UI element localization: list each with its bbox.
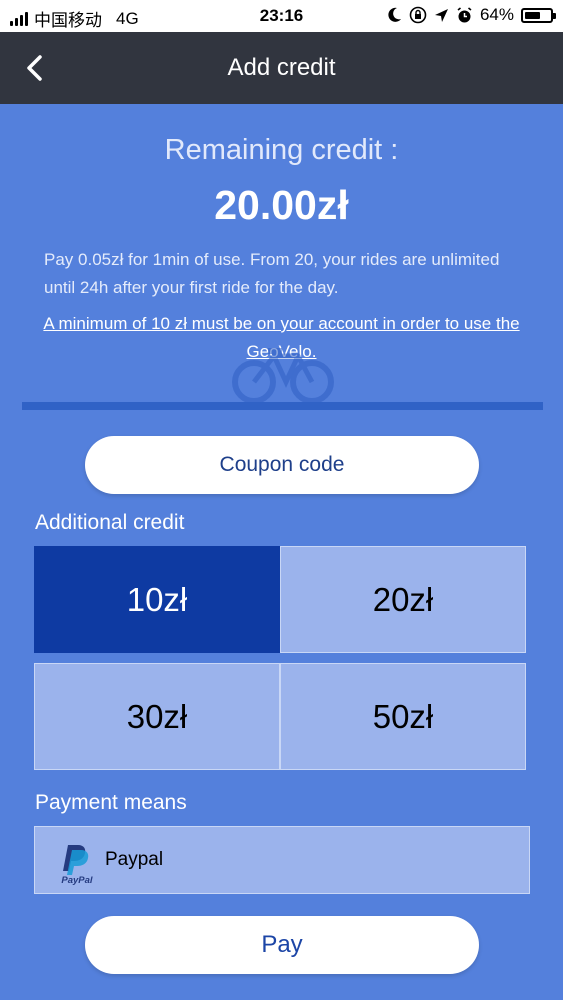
battery-icon [521, 7, 556, 23]
remaining-credit-label: Remaining credit : [164, 134, 399, 166]
rotation-lock-icon [409, 6, 427, 24]
location-arrow-icon [434, 8, 448, 22]
nav-header: Add credit [0, 32, 563, 104]
credit-option-50[interactable]: 50zł [280, 663, 526, 770]
status-right: 64% [388, 5, 556, 25]
credit-option-30[interactable]: 30zł [34, 663, 280, 770]
pay-button[interactable]: Pay [85, 916, 479, 974]
remaining-credit-amount: 20.00zł [214, 182, 349, 228]
payment-means-title: Payment means [35, 791, 187, 814]
paypal-logo-text: PayPal [61, 875, 93, 885]
coupon-code-button[interactable]: Coupon code [85, 436, 479, 494]
status-bar: 中国移动 4G 23:16 64% [0, 0, 563, 32]
credit-option-20[interactable]: 20zł [280, 546, 526, 653]
bicycle-icon [232, 348, 334, 404]
credit-option-10[interactable]: 10zł [34, 546, 280, 653]
additional-credit-title: Additional credit [35, 511, 185, 534]
alarm-icon [457, 6, 472, 22]
page-title: Add credit [227, 54, 336, 81]
section-divider [22, 402, 543, 410]
payment-method-label: Paypal [105, 849, 164, 870]
payment-method-paypal[interactable]: PayPal Paypal [34, 826, 530, 894]
pricing-info: Pay 0.05zł for 1min of use. From 20, you… [44, 250, 500, 297]
paypal-icon: PayPal [61, 845, 93, 885]
battery-percent: 64% [479, 5, 514, 24]
moon-icon [388, 7, 401, 22]
